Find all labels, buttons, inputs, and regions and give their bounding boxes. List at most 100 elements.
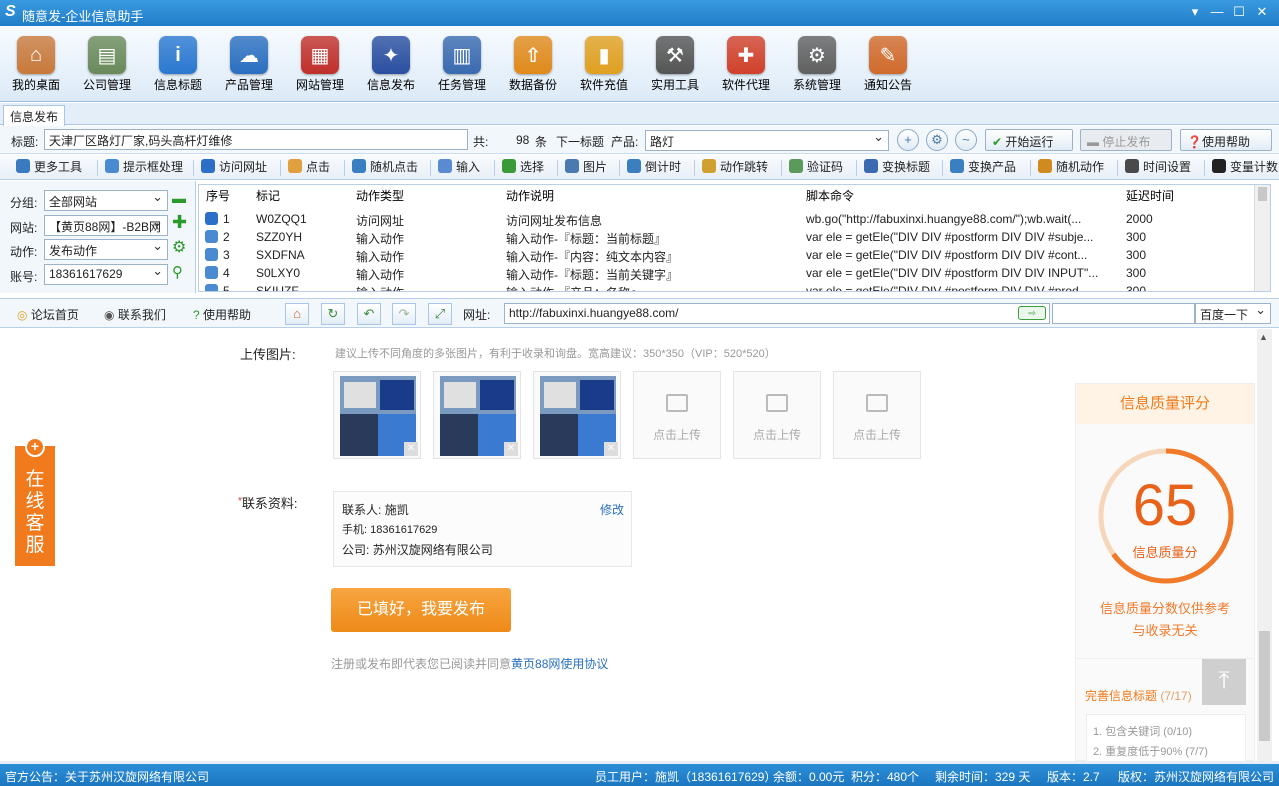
- upload-slot[interactable]: 点击上传: [733, 371, 821, 459]
- grid-header[interactable]: 序号: [206, 185, 230, 207]
- grid-header[interactable]: 动作类型: [356, 185, 404, 207]
- action-13[interactable]: 变换产品: [948, 158, 1016, 177]
- action-3[interactable]: 访问网址: [199, 158, 267, 177]
- uploaded-image[interactable]: ✕: [333, 371, 421, 459]
- toolbar-button-1[interactable]: ⌂ 我的桌面: [6, 36, 66, 93]
- grid-header[interactable]: 脚本命令: [806, 185, 854, 207]
- table-row[interactable]: 1 W0ZQQ1 访问网址 访问网址发布信息 wb.go("http://fabuxin…: [199, 210, 1255, 228]
- grid-scrollbar-thumb[interactable]: [1258, 187, 1267, 201]
- scroll-up-arrow-icon[interactable]: ▲: [1259, 332, 1268, 342]
- folder-icon[interactable]: ▬: [172, 190, 186, 206]
- action-2[interactable]: 提示框处理: [103, 158, 183, 177]
- site-select[interactable]: 【黄页88网】-B2B网: [44, 215, 168, 236]
- official-notice[interactable]: 官方公告：关于苏州汉旋网络有限公司: [5, 768, 209, 785]
- gear-green-icon[interactable]: ⚙: [172, 237, 186, 257]
- action-1[interactable]: 更多工具: [14, 158, 82, 177]
- info-icon: i: [159, 36, 197, 74]
- toolbar-button-13[interactable]: ✎ 通知公告: [858, 36, 918, 93]
- group-select[interactable]: 全部网站: [44, 190, 168, 211]
- uploaded-image[interactable]: ✕: [533, 371, 621, 459]
- toolbar-button-10[interactable]: ⚒ 实用工具: [645, 36, 705, 93]
- nav-help-link[interactable]: ? 使用帮助: [193, 306, 251, 323]
- search-engine-select[interactable]: 百度一下: [1195, 303, 1271, 324]
- add-circle-icon[interactable]: +: [897, 129, 919, 151]
- delete-icon[interactable]: ✕: [604, 442, 618, 456]
- minimize-button[interactable]: —: [1208, 4, 1226, 19]
- table-row[interactable]: 3 SXDFNA 输入动作 输入动作-『内容：纯文本内容』 var ele = getE…: [199, 246, 1255, 264]
- action-10[interactable]: 动作跳转: [700, 158, 768, 177]
- page-scrollbar[interactable]: ▲: [1257, 329, 1272, 761]
- fullscreen-icon[interactable]: ⤢: [428, 303, 452, 325]
- start-run-button[interactable]: ✔ 开始运行: [985, 129, 1073, 151]
- table-row[interactable]: 4 S0LXY0 输入动作 输入动作-『标题：当前关键字』 var ele = getE…: [199, 264, 1255, 282]
- toolbar-button-9[interactable]: ▮ 软件充值: [574, 36, 634, 93]
- search-engine-input[interactable]: [1052, 303, 1195, 324]
- submit-publish-button[interactable]: 已填好，我要发布: [331, 588, 511, 632]
- action-9[interactable]: 倒计时: [625, 158, 681, 177]
- start-run-label: 开始运行: [1005, 135, 1054, 149]
- toolbar-separator: [344, 160, 345, 176]
- next-title-link[interactable]: 下一标题: [556, 133, 604, 150]
- action-4[interactable]: 点击: [286, 158, 330, 177]
- product-select[interactable]: 路灯: [645, 130, 889, 151]
- contact-us-link[interactable]: ◉ 联系我们: [104, 306, 166, 323]
- home-icon[interactable]: ⌂: [285, 303, 309, 325]
- action-14[interactable]: 随机动作: [1036, 158, 1104, 177]
- action-select[interactable]: 发布动作: [44, 239, 168, 260]
- action-12[interactable]: 变换标题: [862, 158, 930, 177]
- agreement-link[interactable]: 黄页88网使用协议: [511, 657, 608, 671]
- toolbar-button-12[interactable]: ⚙ 系统管理: [787, 36, 847, 93]
- forward-arrow-icon[interactable]: ↷: [392, 303, 416, 325]
- action-8[interactable]: 图片: [563, 158, 607, 177]
- upload-slot[interactable]: 点击上传: [633, 371, 721, 459]
- grid-header[interactable]: 标记: [256, 185, 280, 207]
- online-service-button[interactable]: + 在线客服: [15, 437, 55, 566]
- chart-circle-icon[interactable]: ~: [955, 129, 977, 151]
- ie-icon: [205, 212, 218, 225]
- action-5[interactable]: 随机点击: [350, 158, 418, 177]
- add-site-icon[interactable]: ✚: [172, 212, 187, 233]
- action-11[interactable]: 验证码: [787, 158, 843, 177]
- grid-header[interactable]: 延迟时间: [1126, 185, 1174, 207]
- toolbar-button-6[interactable]: ✦ 信息发布: [361, 36, 421, 93]
- url-input[interactable]: http://fabuxinxi.huangye88.com/: [504, 303, 1050, 324]
- title-input[interactable]: 天津厂区路灯厂家,码头高杆灯维修: [44, 129, 468, 150]
- account-select[interactable]: 18361617629: [44, 264, 168, 285]
- toolbar-button-label: 通知公告: [863, 78, 912, 92]
- toolbar-button-4[interactable]: ☁ 产品管理: [219, 36, 279, 93]
- edit-contact-link[interactable]: 修改: [600, 501, 624, 518]
- back-arrow-icon[interactable]: ↶: [357, 303, 381, 325]
- action-15[interactable]: 时间设置: [1123, 158, 1191, 177]
- back-to-top-button[interactable]: ⤒: [1202, 659, 1246, 705]
- settings-circle-icon[interactable]: ⚙: [926, 129, 948, 151]
- refresh-icon[interactable]: ↻: [321, 303, 345, 325]
- upload-slot[interactable]: 点击上传: [833, 371, 921, 459]
- delete-icon[interactable]: ✕: [504, 442, 518, 456]
- action-16[interactable]: 变量计数: [1210, 158, 1278, 177]
- toolbar-button-8[interactable]: ⇧ 数据备份: [503, 36, 563, 93]
- delete-icon[interactable]: ✕: [404, 442, 418, 456]
- toolbar-button-7[interactable]: ▥ 任务管理: [432, 36, 492, 93]
- menu-dropdown-button[interactable]: ▾: [1186, 4, 1204, 20]
- grid-scrollbar[interactable]: [1254, 185, 1270, 291]
- forum-home-link[interactable]: ◎ 论坛首页: [17, 306, 79, 323]
- grid-header[interactable]: 动作说明: [506, 185, 554, 207]
- go-icon[interactable]: ⇨: [1018, 306, 1046, 320]
- toolbar-button-5[interactable]: ▦ 网站管理: [290, 36, 350, 93]
- stop-publish-button[interactable]: ▬ 停止发布: [1080, 129, 1172, 151]
- close-button[interactable]: ✕: [1253, 4, 1271, 20]
- action-6[interactable]: 输入: [436, 158, 480, 177]
- tab-info-publish[interactable]: 信息发布: [3, 105, 66, 126]
- search-icon[interactable]: ⚲: [172, 263, 183, 281]
- maximize-button[interactable]: ☐: [1230, 4, 1248, 20]
- uploaded-image[interactable]: ✕: [433, 371, 521, 459]
- action-7[interactable]: 选择: [500, 158, 544, 177]
- page-scrollbar-thumb[interactable]: [1259, 631, 1270, 741]
- help-button[interactable]: ❓使用帮助: [1180, 129, 1272, 151]
- toolbar-button-3[interactable]: i 信息标题: [148, 36, 208, 93]
- table-row[interactable]: 2 SZZ0YH 输入动作 输入动作-『标题：当前标题』 var ele = getEl…: [199, 228, 1255, 246]
- grid-cell: 300: [1126, 284, 1147, 292]
- toolbar-button-11[interactable]: ✚ 软件代理: [716, 36, 776, 93]
- toolbar-button-2[interactable]: ▤ 公司管理: [77, 36, 137, 93]
- table-row[interactable]: 5 SKIUZF 输入动作 输入动作-『产品：名称』 var ele = getEle(…: [199, 282, 1255, 292]
